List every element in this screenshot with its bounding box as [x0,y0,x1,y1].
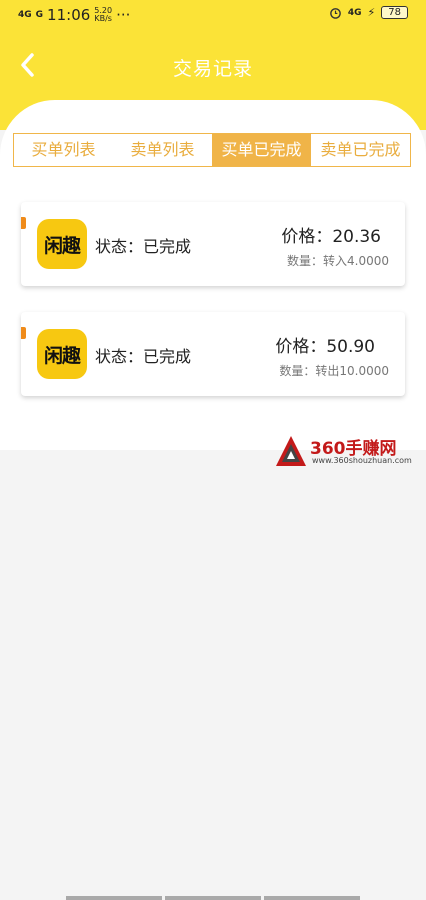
nav-indicator [66,896,162,900]
record-card[interactable]: 闲趣 状态：已完成 价格：20.36 数量：转入4.0000 [21,202,405,286]
signal-icon-2: G [35,9,44,20]
app-logo-icon: 闲趣 [37,329,87,379]
watermark: 360手赚网 www.360shouzhuan.com [272,432,422,472]
tab-buy-completed[interactable]: 买单已完成 [212,134,311,166]
status-time: 11:06 [47,6,91,24]
more-dots: ··· [116,6,131,24]
network-type: 4G [347,7,362,18]
tab-buy-list[interactable]: 买单列表 [14,134,113,166]
card-marker [21,327,26,339]
tab-sell-completed[interactable]: 卖单已完成 [311,134,410,166]
charging-icon: ⚡ [367,6,376,19]
nav-bar: 交易记录 [0,40,426,92]
tab-sell-list[interactable]: 卖单列表 [113,134,212,166]
record-price: 价格：50.90 [275,337,375,357]
record-quantity: 数量：转入4.0000 [287,254,389,268]
status-bar: 4G G 11:06 5.20 KB/s ··· 4G ⚡ 78 [0,0,426,34]
record-quantity: 数量：转出10.0000 [279,364,389,378]
status-left: 4G G 11:06 5.20 KB/s ··· [18,6,130,24]
network-speed: 5.20 KB/s [94,6,113,23]
record-status: 状态：已完成 [95,347,192,366]
nav-indicator [165,896,261,900]
watermark-url: www.360shouzhuan.com [312,456,412,465]
alarm-icon [330,8,341,19]
nav-indicator [264,896,360,900]
watermark-logo-icon [276,436,306,466]
tab-bar: 买单列表 卖单列表 买单已完成 卖单已完成 [13,133,411,167]
record-price: 价格：20.36 [281,227,381,247]
card-marker [21,217,26,229]
signal-icon: 4G [18,9,32,20]
record-card[interactable]: 闲趣 状态：已完成 价格：50.90 数量：转出10.0000 [21,312,405,396]
status-right: 4G ⚡ 78 [329,6,408,19]
navigation-bar [0,896,426,900]
app-logo-icon: 闲趣 [37,219,87,269]
battery-icon: 78 [381,6,408,19]
record-status: 状态：已完成 [95,237,192,256]
page-title: 交易记录 [172,58,253,80]
